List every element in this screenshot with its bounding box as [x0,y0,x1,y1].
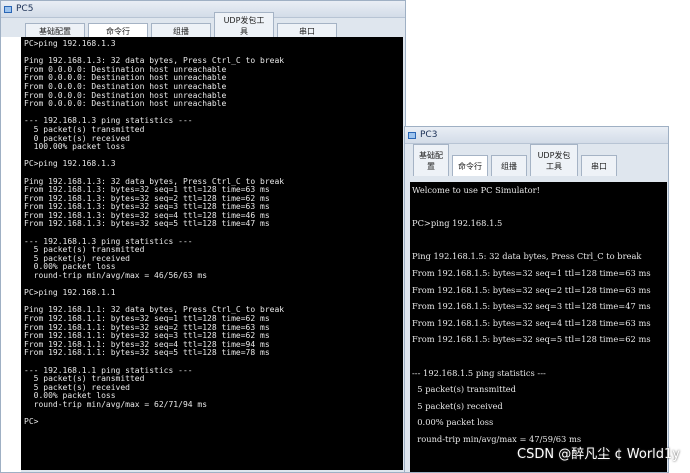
tab-serial[interactable]: 串口 [581,155,617,176]
pc3-terminal[interactable]: Welcome to use PC Simulator! PC>ping 192.… [410,182,667,472]
terminal-line: PC>ping 192.168.1.1 [24,288,116,298]
watermark: CSDN @醉凡尘 ¢ World1y [517,447,680,462]
terminal-line: From 192.168.1.5: bytes=32 seq=1 ttl=128… [412,267,651,278]
terminal-line: From 192.168.1.3: bytes=32 seq=5 ttl=128… [24,219,270,229]
pc3-tab-bar: 基础配置 命令行 组播 UDP发包工具 串口 [405,144,668,176]
tab-basic-config[interactable]: 基础配置 [25,23,85,38]
computer-icon [408,131,417,140]
tab-serial[interactable]: 串口 [277,23,337,38]
terminal-line: From 0.0.0.0: Destination host unreachab… [24,99,227,109]
pc5-window: PC5 基础配置 命令行 组播 UDP发包工具 串口 PC>ping 192.1… [0,0,406,473]
pc5-title-bar[interactable]: PC5 [1,1,405,18]
terminal-line: From 192.168.1.5: bytes=32 seq=5 ttl=128… [412,334,651,345]
pc5-terminal[interactable]: PC>ping 192.168.1.3 Ping 192.168.1.3: 32 … [21,37,403,470]
terminal-line: --- 192.168.1.5 ping statistics --- [412,367,546,378]
terminal-line: PC>ping 192.168.1.5 [412,218,503,229]
terminal-line: From 192.168.1.1: bytes=32 seq=5 ttl=128… [24,348,270,358]
pc5-window-title: PC5 [16,4,34,14]
pc3-window-title: PC3 [420,130,438,140]
pc3-window: PC3 基础配置 命令行 组播 UDP发包工具 串口 Welcome to us… [404,126,669,473]
terminal-line: round-trip min/avg/max = 62/71/94 ms [24,399,208,409]
tab-udp-tool[interactable]: UDP发包工具 [214,12,274,38]
pc5-tab-bar: 基础配置 命令行 组播 UDP发包工具 串口 [1,12,405,38]
pc3-title-bar[interactable]: PC3 [405,127,668,144]
terminal-line: From 192.168.1.5: bytes=32 seq=3 ttl=128… [412,301,651,312]
tab-multicast[interactable]: 组播 [491,155,527,176]
terminal-line: PC> [24,417,39,427]
terminal-line: From 192.168.1.5: bytes=32 seq=4 ttl=128… [412,317,651,328]
tab-command-line[interactable]: 命令行 [88,23,148,38]
tab-basic-config[interactable]: 基础配置 [413,144,449,176]
tab-udp-tool[interactable]: UDP发包工具 [530,144,578,176]
terminal-line: Welcome to use PC Simulator! [412,185,540,195]
terminal-line: PC>ping 192.168.1.3 [24,159,116,169]
terminal-line: 5 packet(s) transmitted [412,384,516,395]
tab-command-line[interactable]: 命令行 [452,155,488,176]
terminal-line: From 192.168.1.5: bytes=32 seq=2 ttl=128… [412,284,651,295]
pc5-left-edge [1,37,21,472]
terminal-line: 5 packet(s) received [412,400,503,411]
terminal-line: 100.00% packet loss [24,142,126,152]
computer-icon [4,5,13,14]
terminal-line: PC>ping 192.168.1.3 [24,39,116,48]
terminal-line: Ping 192.168.1.5: 32 data bytes, Press C… [412,251,642,262]
tab-multicast[interactable]: 组播 [151,23,211,38]
terminal-line: 0.00% packet loss [412,417,494,428]
terminal-line: round-trip min/avg/max = 46/56/63 ms [24,271,208,281]
